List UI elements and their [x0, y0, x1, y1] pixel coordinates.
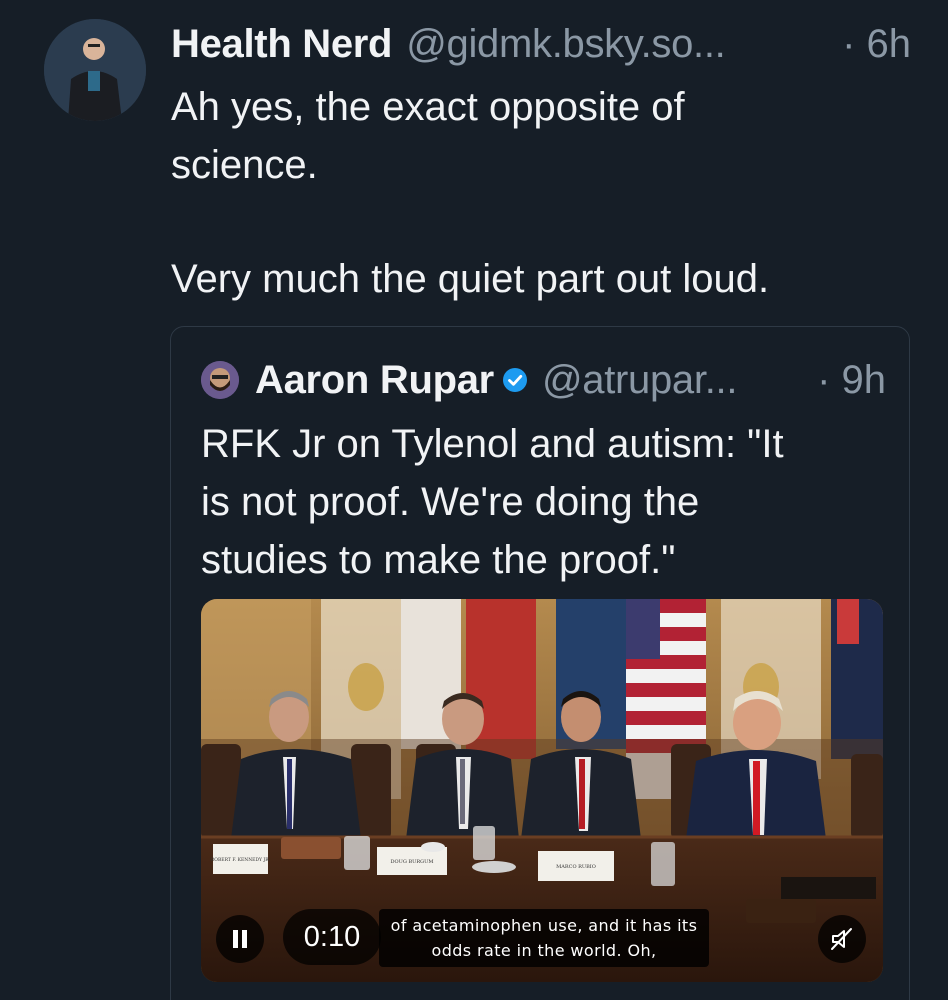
author-name[interactable]: Health Nerd — [171, 22, 393, 67]
quoted-post-text: RFK Jr on Tylenol and autism: "It is not… — [201, 415, 881, 589]
unmute-button[interactable] — [818, 915, 866, 963]
post: Health Nerd @gidmk.bsky.so... · 6h Ah ye… — [0, 0, 948, 1000]
quoted-post-timestamp[interactable]: · 9h — [817, 358, 886, 403]
post-text-line: science. — [171, 143, 318, 187]
caption-line: of acetaminophen use, and it has its — [390, 916, 698, 935]
author-handle[interactable]: @gidmk.bsky.so... — [406, 22, 726, 67]
profile-photo — [44, 19, 146, 121]
quoted-text-line: studies to make the proof." — [201, 538, 676, 582]
caption-line: odds rate in the world. Oh, — [431, 941, 657, 960]
video-timecode: 0:10 — [283, 909, 381, 965]
video-captions: of acetaminophen use, and it has its odd… — [379, 909, 709, 967]
placard-label: ROBERT F. KENNEDY JR. — [211, 857, 271, 863]
placard-label: DOUG BURGUM — [391, 859, 434, 865]
post-text: Ah yes, the exact opposite of science. V… — [171, 78, 911, 308]
muted-speaker-icon — [831, 928, 852, 950]
quoted-profile-photo — [201, 361, 239, 399]
verified-check-icon — [502, 368, 527, 392]
placard-label: MARCO RUBIO — [556, 864, 596, 870]
quoted-text-line: is not proof. We're doing the — [201, 480, 700, 524]
post-header: Health Nerd @gidmk.bsky.so... · 6h — [171, 14, 921, 74]
quoted-post[interactable]: Aaron Rupar @atrupar... · 9h RFK Jr on T… — [170, 326, 910, 1000]
post-timestamp[interactable]: · 6h — [842, 22, 921, 67]
video-player[interactable]: ROBERT F. KENNEDY JR. DOUG BURGUM MARCO … — [201, 599, 883, 982]
quoted-author-name[interactable]: Aaron Rupar — [255, 358, 494, 403]
post-text-line: Ah yes, the exact opposite of — [171, 85, 685, 129]
quoted-post-header: Aaron Rupar @atrupar... · 9h — [201, 355, 886, 405]
post-text-paragraph: Very much the quiet part out loud. — [171, 257, 770, 301]
quoted-author-avatar[interactable] — [201, 361, 239, 399]
pause-button[interactable] — [216, 915, 264, 963]
quoted-text-line: RFK Jr on Tylenol and autism: "It — [201, 422, 784, 466]
author-avatar[interactable] — [44, 19, 146, 121]
pause-icon — [233, 930, 247, 948]
quoted-author-handle[interactable]: @atrupar... — [542, 358, 737, 403]
